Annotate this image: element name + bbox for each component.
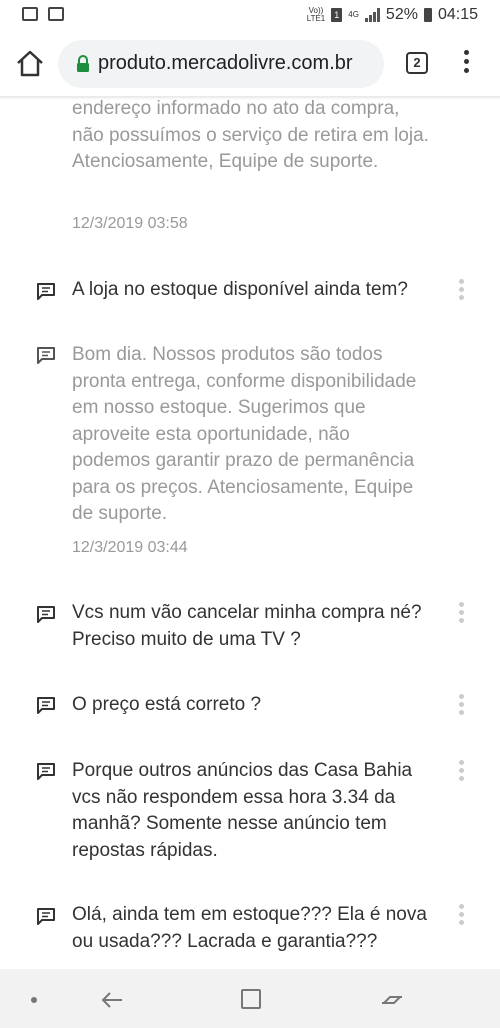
question-menu-icon[interactable] bbox=[457, 904, 465, 926]
question-menu-icon[interactable] bbox=[457, 694, 465, 716]
sim-icon: 1 bbox=[331, 8, 343, 22]
more-menu-icon[interactable] bbox=[458, 50, 474, 78]
volte-indicator: Vo)) LTE1 bbox=[306, 6, 326, 23]
question-icon bbox=[37, 697, 55, 714]
question-icon bbox=[37, 606, 55, 623]
url-text[interactable]: produto.mercadolivre.com.br bbox=[98, 52, 380, 75]
nav-dot-icon[interactable] bbox=[31, 997, 37, 1003]
question-text: O preço está correto ? bbox=[72, 694, 262, 715]
home-icon[interactable] bbox=[14, 48, 46, 80]
photo-notification-icon bbox=[48, 7, 64, 21]
signal-icon bbox=[364, 8, 380, 22]
question-menu-icon[interactable] bbox=[457, 279, 465, 301]
question-text: Vcs num vão cancelar minha compra né? Pr… bbox=[72, 602, 422, 650]
question-icon bbox=[37, 908, 55, 925]
question-icon bbox=[37, 283, 55, 300]
system-nav-bar bbox=[0, 969, 500, 1028]
back-icon[interactable] bbox=[100, 989, 124, 1011]
question-text: Porque outros anúncios das Casa Bahia vc… bbox=[72, 760, 413, 861]
question-icon bbox=[37, 763, 55, 780]
status-bar: Vo)) LTE1 1 4G 52% 04:15 bbox=[0, 0, 500, 32]
question-menu-icon[interactable] bbox=[457, 760, 465, 782]
clock: 04:15 bbox=[437, 6, 478, 23]
battery-icon bbox=[423, 8, 432, 22]
question-menu-icon[interactable] bbox=[457, 602, 465, 624]
answer-text: endereço informado no ato da compra, não… bbox=[72, 98, 429, 172]
home-button-icon[interactable] bbox=[241, 989, 261, 1009]
qa-list: endereço informado no ato da compra, não… bbox=[0, 96, 500, 969]
gallery-notification-icon bbox=[22, 7, 38, 21]
answer-date: 12/3/2019 03:44 bbox=[72, 539, 188, 556]
address-bar[interactable]: produto.mercadolivre.com.br bbox=[58, 40, 384, 88]
battery-level: 52% bbox=[385, 6, 418, 23]
browser-toolbar: produto.mercadolivre.com.br 2 bbox=[0, 32, 500, 96]
question-text: A loja no estoque disponível ainda tem? bbox=[72, 279, 408, 300]
lock-icon bbox=[77, 55, 89, 72]
recent-apps-icon[interactable] bbox=[380, 989, 404, 1011]
signal-type: 4G bbox=[348, 10, 359, 19]
question-text: Olá, ainda tem em estoque??? Ela é nova … bbox=[72, 904, 427, 952]
answer-icon bbox=[37, 347, 55, 364]
answer-date: 12/3/2019 03:58 bbox=[72, 215, 188, 232]
answer-text: Bom dia. Nossos produtos são todos pront… bbox=[72, 344, 417, 524]
tab-switcher-button[interactable]: 2 bbox=[406, 52, 428, 74]
